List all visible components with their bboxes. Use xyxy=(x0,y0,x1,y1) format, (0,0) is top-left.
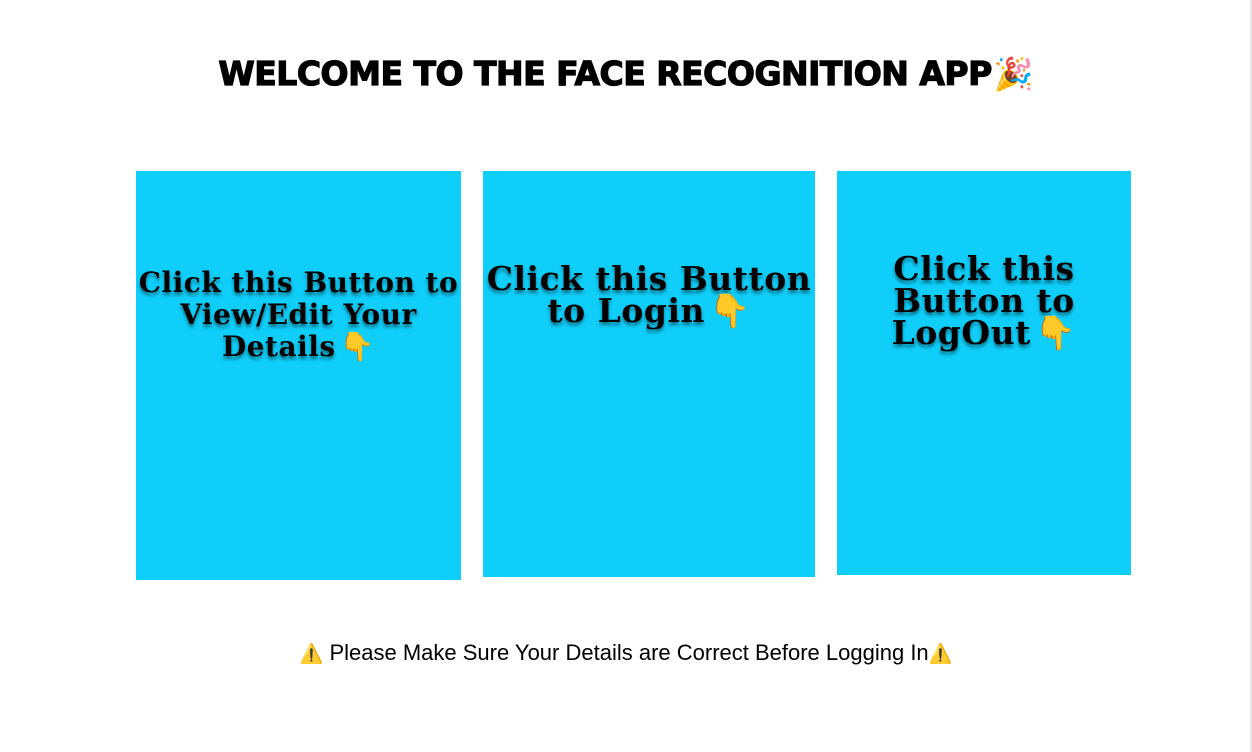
view-edit-details-button[interactable]: Click this Button to View/Edit Your Deta… xyxy=(136,171,461,580)
page-title: WELCOME TO THE FACE RECOGNITION APP🎉 xyxy=(0,53,1252,93)
card-label: Click this Button to Login 👇 xyxy=(483,262,815,330)
login-button[interactable]: Click this Button to Login 👇 xyxy=(483,171,815,577)
page: WELCOME TO THE FACE RECOGNITION APP🎉 Cli… xyxy=(0,0,1252,752)
card-label: Click this Button to View/Edit Your Deta… xyxy=(136,267,461,363)
logout-button[interactable]: Click this Button to LogOut 👇 xyxy=(837,171,1131,575)
login-label: Click this Button to Login xyxy=(486,259,812,330)
page-title-text: WELCOME TO THE FACE RECOGNITION APP xyxy=(218,53,993,93)
point-down-icon: 👇 xyxy=(708,291,751,330)
view-edit-details-label: Click this Button to View/Edit Your Deta… xyxy=(138,266,459,363)
warning-notice-text: Please Make Sure Your Details are Correc… xyxy=(329,640,929,665)
card-label: Click this Button to LogOut 👇 xyxy=(837,252,1131,352)
party-popper-icon: 🎉 xyxy=(993,55,1034,93)
warning-icon: ⚠️ xyxy=(928,643,953,665)
point-down-icon: 👇 xyxy=(339,330,376,363)
point-down-icon: 👇 xyxy=(1034,313,1077,352)
warning-notice: ⚠️ Please Make Sure Your Details are Cor… xyxy=(0,640,1252,666)
warning-icon: ⚠️ xyxy=(299,643,324,665)
